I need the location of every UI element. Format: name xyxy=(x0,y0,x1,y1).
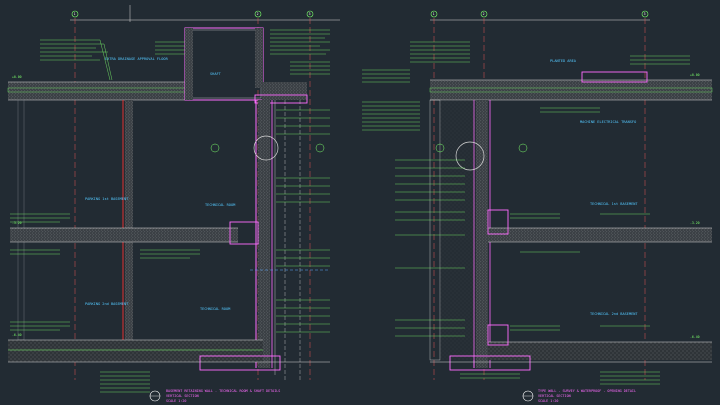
svg-text:2: 2 xyxy=(483,12,485,16)
drawing-subtitle: VERTICAL SECTION xyxy=(166,394,199,398)
annotation-cluster-top-right xyxy=(270,29,330,75)
drawing-subtitle: VERTICAL SECTION xyxy=(538,394,571,398)
svg-text:1: 1 xyxy=(74,12,76,16)
annotation-cluster-right xyxy=(460,55,690,385)
right-title-block: TYPE WALL - SURVEY & WATERPROOF - OPENIN… xyxy=(522,389,636,403)
room-label: TECHNICAL ROOM xyxy=(200,307,231,311)
grid-marker: 1 xyxy=(71,10,79,18)
grid-marker: 2 xyxy=(480,10,488,18)
level-marker: +0.00 xyxy=(690,73,700,77)
room-label: TECHNICAL 1st BASEMENT xyxy=(590,202,638,206)
level-marker: -6.40 xyxy=(12,333,22,337)
left-section-detail: 1 2 3 EXTRA DRAINAGE APPROVAL FLOOR SHAF… xyxy=(7,5,340,403)
cad-drawing-canvas: 1 2 3 EXTRA DRAINAGE APPROVAL FLOOR SHAF… xyxy=(7,5,713,403)
grid-marker: 2 xyxy=(254,10,262,18)
annotation-cluster-top-mid xyxy=(155,41,185,55)
grid-marker: 3 xyxy=(641,10,649,18)
level-marker: -3.20 xyxy=(690,221,700,225)
room-label: TECHNICAL ROOM xyxy=(205,203,236,207)
grid-marker: 1 xyxy=(430,10,438,18)
svg-text:3: 3 xyxy=(309,12,311,16)
left-title-block: BASEMENT RETAINING WALL - TECHNICAL ROOM… xyxy=(149,389,280,403)
room-label: EXTRA DRAINAGE APPROVAL FLOOR xyxy=(105,57,169,61)
drawing-scale: SCALE 1:20 xyxy=(538,399,558,403)
room-label: PARKING 2nd BASEMENT xyxy=(85,302,129,306)
room-label: MACHINE ELECTRICAL TRANSFO xyxy=(580,120,636,124)
drawing-title: BASEMENT RETAINING WALL - TECHNICAL ROOM… xyxy=(166,389,280,393)
svg-text:3: 3 xyxy=(644,12,646,16)
right-section-detail: 1 2 3 PLANTED AREA TECHNICAL 1st BASEMEN… xyxy=(362,10,713,403)
drawing-scale: SCALE 1:20 xyxy=(166,399,186,403)
room-label: SHAFT xyxy=(210,72,222,76)
level-marker: -3.20 xyxy=(12,221,22,225)
svg-text:2: 2 xyxy=(257,12,259,16)
level-marker: +0.00 xyxy=(12,75,22,79)
room-label: PARKING 1st BASEMENT xyxy=(85,197,129,201)
level-marker: -6.40 xyxy=(690,335,700,339)
grid-marker: 3 xyxy=(306,10,314,18)
annotation-cluster-top-left xyxy=(40,39,113,81)
svg-text:1: 1 xyxy=(433,12,435,16)
drawing-title: TYPE WALL - SURVEY & WATERPROOF - OPENIN… xyxy=(538,389,636,393)
annotation-cluster-top-left xyxy=(362,41,470,83)
room-label: PLANTED AREA xyxy=(550,59,577,63)
room-label: TECHNICAL 2nd BASEMENT xyxy=(590,312,638,316)
annotation-cluster-right-column xyxy=(276,109,330,333)
